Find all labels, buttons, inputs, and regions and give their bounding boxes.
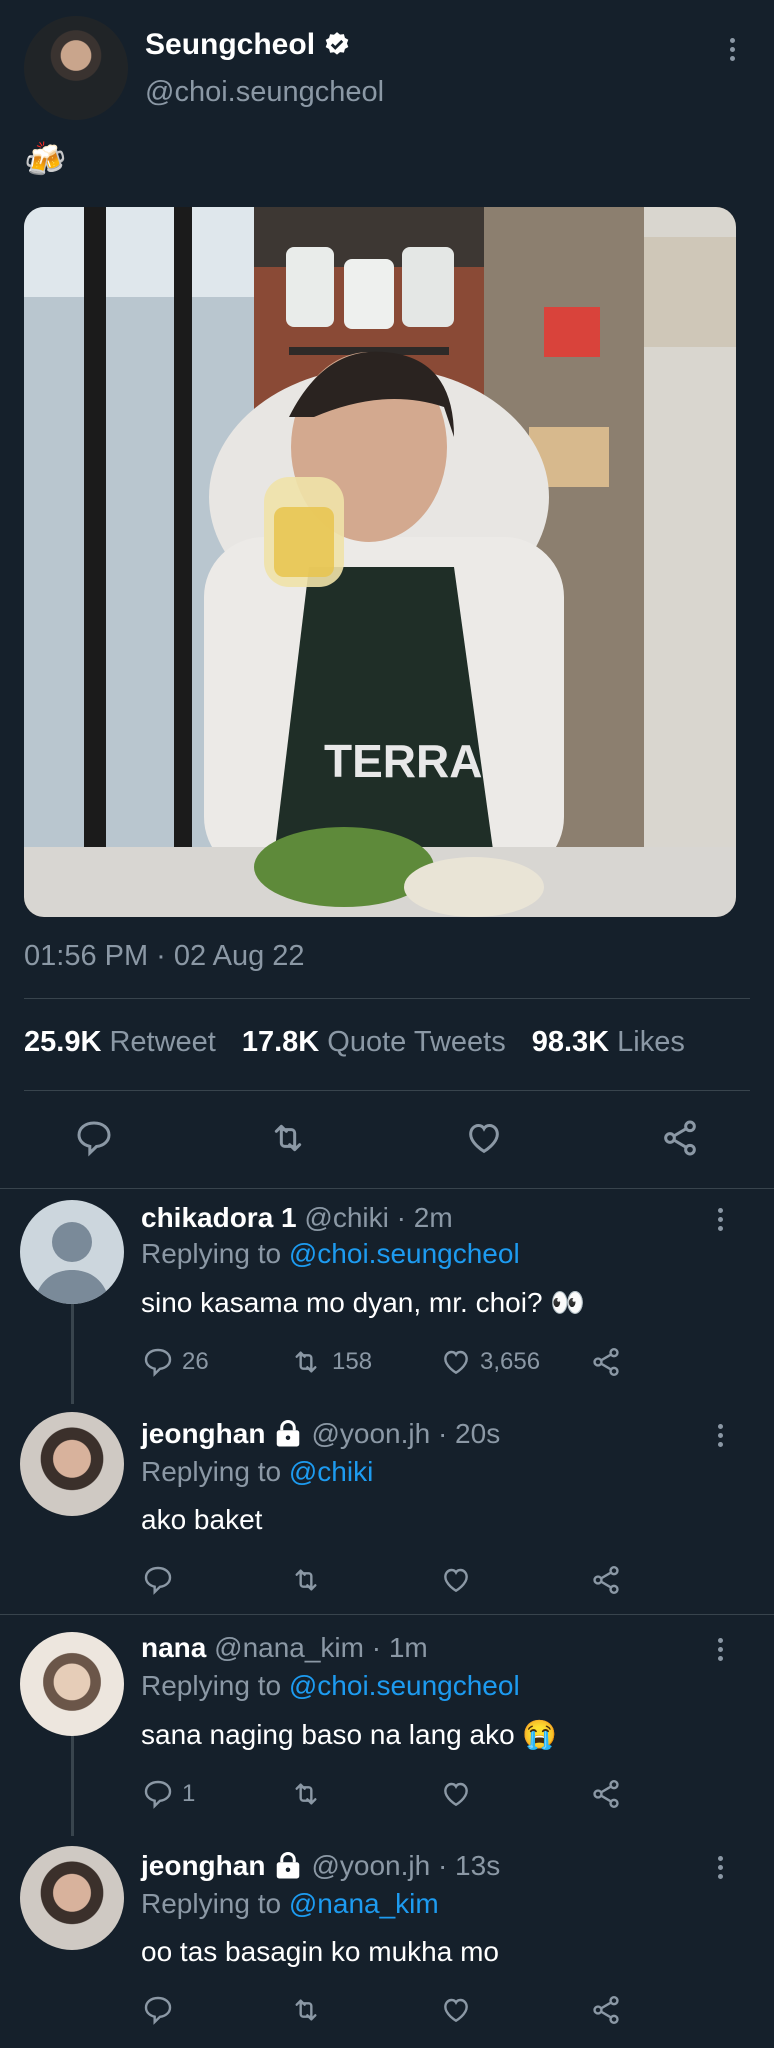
share-icon[interactable] [590, 1778, 622, 1810]
reply-text: ako baket [141, 1504, 263, 1535]
tweet-timestamp: 01:56 PM · 02 Aug 22 [24, 940, 305, 972]
thread-line [71, 1736, 74, 1836]
retweet-icon[interactable] [288, 1994, 324, 2026]
share-icon[interactable] [590, 1564, 622, 1596]
retweets-count: 25.9K [24, 1026, 102, 1058]
svg-text:TERRA: TERRA [324, 735, 482, 787]
retweet-icon[interactable] [266, 1118, 310, 1158]
reply-icon[interactable] [142, 1994, 174, 2026]
tweet-text: 🍻 [24, 141, 67, 179]
reply-text: oo tas basagin ko mukha mo [141, 1936, 499, 1967]
reply-icon[interactable] [74, 1118, 114, 1158]
quotes-count: 17.8K [241, 1026, 320, 1058]
default-avatar-icon [34, 1222, 110, 1304]
retweet-icon[interactable] [288, 1564, 324, 1596]
replying-to-label: Replying to [141, 1238, 282, 1269]
share-icon[interactable] [590, 1346, 622, 1378]
divider [0, 1614, 774, 1615]
reply-icon [142, 1778, 174, 1810]
replying-to-label: Replying to [141, 1888, 282, 1919]
share-icon[interactable] [590, 1994, 622, 2026]
likes-label: Likes [617, 1026, 685, 1058]
reply-author-meta[interactable]: @yoon.jh · 20s [311, 1418, 500, 1450]
reply-text: sino kasama mo dyan, mr. choi? 👀 [141, 1287, 586, 1318]
replying-to-label: Replying to [141, 1456, 282, 1487]
verified-badge-icon [323, 31, 351, 59]
reply-count: 1 [182, 1780, 196, 1807]
quotes-label: Quote Tweets [327, 1026, 506, 1058]
lock-icon [273, 1851, 303, 1881]
retweet-icon [288, 1346, 324, 1378]
author-handle[interactable]: @choi.seungcheol [145, 76, 384, 109]
replying-to-handle[interactable]: @choi.seungcheol [289, 1238, 520, 1269]
more-options-icon[interactable] [717, 1856, 723, 1879]
reply-count: 26 [182, 1348, 209, 1375]
reply-action[interactable]: 26 [142, 1346, 209, 1378]
tweet-photo[interactable]: TERRA [24, 207, 736, 917]
reply-avatar[interactable] [20, 1412, 124, 1516]
replying-to-handle[interactable]: @chiki [289, 1456, 373, 1487]
like-icon [440, 1346, 472, 1378]
like-icon[interactable] [440, 1778, 472, 1810]
more-options-icon[interactable] [729, 38, 735, 61]
like-icon[interactable] [464, 1118, 504, 1158]
likes-count: 98.3K [531, 1026, 610, 1058]
reply-text: sana naging baso na lang ako 😭 [141, 1719, 558, 1750]
retweets-stat[interactable]: 25.9K Retweet [24, 1026, 216, 1059]
reply-author-meta[interactable]: @yoon.jh · 13s [311, 1850, 500, 1882]
lock-icon [273, 1419, 303, 1449]
author-name[interactable]: Seungcheol [145, 28, 315, 62]
reply-avatar[interactable] [20, 1846, 124, 1950]
thread-line [71, 1304, 74, 1404]
reply-author-name[interactable]: chikadora 1 [141, 1202, 297, 1233]
likes-stat[interactable]: 98.3K Likes [532, 1026, 685, 1059]
divider [24, 1090, 750, 1091]
retweet-icon[interactable] [288, 1778, 324, 1810]
reply-icon [142, 1346, 174, 1378]
reply-author-name[interactable]: jeonghan [141, 1418, 265, 1450]
replying-to-handle[interactable]: @nana_kim [289, 1888, 439, 1919]
reply-avatar[interactable] [20, 1632, 124, 1736]
like-icon[interactable] [440, 1564, 472, 1596]
retweets-label: Retweet [109, 1026, 216, 1058]
tweet-stats: 25.9K Retweet 17.8K Quote Tweets 98.3K L… [24, 1026, 685, 1059]
retweet-action[interactable]: 158 [288, 1346, 372, 1378]
more-options-icon[interactable] [717, 1638, 723, 1661]
reply-icon[interactable] [142, 1564, 174, 1596]
like-icon[interactable] [440, 1994, 472, 2026]
more-options-icon[interactable] [717, 1424, 723, 1447]
reply-author-name[interactable]: nana [141, 1632, 206, 1663]
retweet-count: 158 [332, 1348, 373, 1375]
divider [0, 1188, 774, 1189]
replying-to-label: Replying to [141, 1670, 282, 1701]
reply-author-name[interactable]: jeonghan [141, 1850, 265, 1882]
like-count: 3,656 [480, 1348, 541, 1375]
photo-illustration: TERRA [24, 207, 736, 917]
reply-author-meta[interactable]: @chiki · 2m [304, 1202, 452, 1233]
divider [24, 998, 750, 999]
share-icon[interactable] [660, 1118, 700, 1158]
quotes-stat[interactable]: 17.8K Quote Tweets [242, 1026, 506, 1059]
reply-author-meta[interactable]: @nana_kim · 1m [214, 1632, 428, 1663]
like-action[interactable]: 3,656 [440, 1346, 540, 1378]
more-options-icon[interactable] [717, 1208, 723, 1231]
author-avatar[interactable] [24, 16, 128, 120]
reply-avatar[interactable] [20, 1200, 124, 1304]
replying-to-handle[interactable]: @choi.seungcheol [289, 1670, 520, 1701]
reply-action[interactable]: 1 [142, 1778, 195, 1810]
